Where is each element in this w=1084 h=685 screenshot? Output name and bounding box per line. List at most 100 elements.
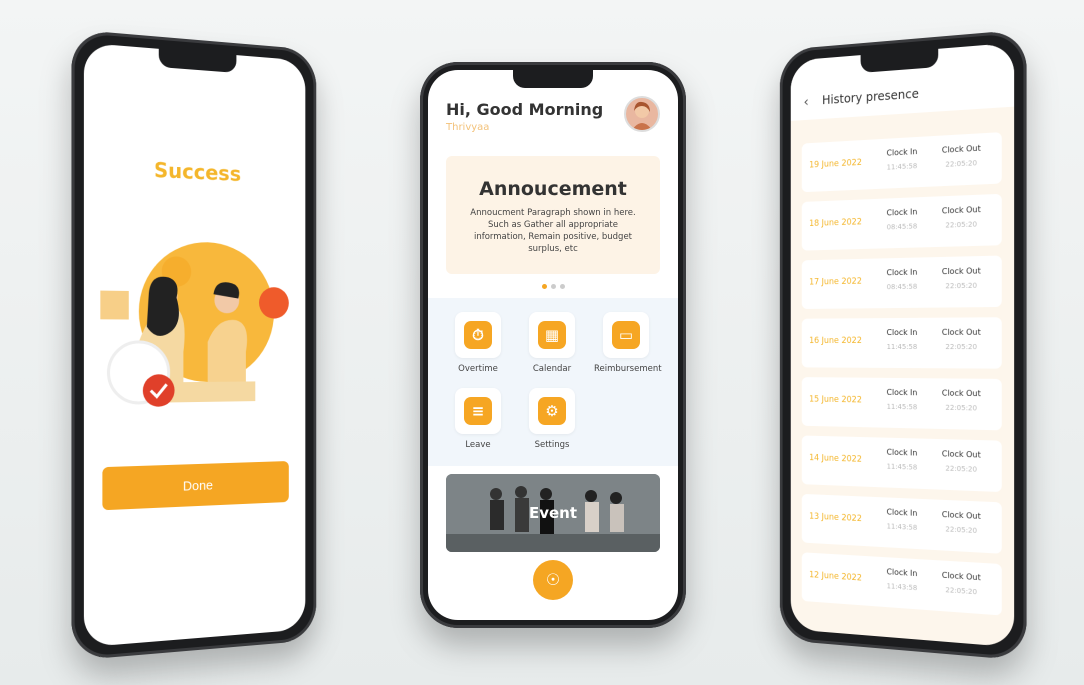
- menu-label: Reimbursement: [594, 364, 662, 374]
- menu-item-reimbursement[interactable]: ▭ Reimbursement: [594, 312, 662, 374]
- history-date: 15 June 2022: [809, 394, 862, 406]
- history-date: 16 June 2022: [809, 336, 862, 346]
- history-date: 17 June 2022: [809, 276, 862, 288]
- history-date: 19 June 2022: [809, 157, 862, 171]
- clock-out-column: Clock Out 22:05:20: [931, 388, 991, 413]
- gear-icon: ⚙: [538, 397, 566, 425]
- clock-out-column: Clock Out 22:05:20: [931, 570, 991, 597]
- done-button[interactable]: Done: [102, 461, 289, 511]
- history-screen: ‹ History presence 19 June 2022 Clock In 1…: [790, 42, 1015, 648]
- clock-in-time: 11:45:58: [886, 462, 918, 472]
- clock-in-time: 11:45:58: [886, 402, 918, 412]
- history-date: 14 June 2022: [809, 453, 862, 465]
- menu-label: Overtime: [458, 364, 498, 374]
- phone-success: Success Done: [71, 29, 317, 661]
- success-title: Success: [153, 157, 242, 186]
- menu-label: Leave: [465, 440, 491, 450]
- history-header: ‹ History presence: [790, 42, 1015, 121]
- clock-out-column: Clock Out 22:05:20: [931, 449, 991, 474]
- clock-in-label: Clock In: [886, 207, 918, 218]
- clock-in-column: Clock In 11:45:58: [873, 388, 931, 412]
- carousel-dot[interactable]: [550, 284, 556, 289]
- menu-item-settings[interactable]: ⚙ Settings: [520, 388, 584, 450]
- clock-hand-button[interactable]: ☉: [533, 560, 573, 600]
- menu-item-overtime[interactable]: ⏱ Overtime: [446, 312, 510, 374]
- history-title: History presence: [822, 86, 919, 108]
- clock-in-column: Clock In 11:45:58: [873, 328, 931, 351]
- clock-out-time: 22:05:20: [945, 464, 978, 474]
- clock-in-label: Clock In: [886, 567, 918, 579]
- history-row[interactable]: 15 June 2022 Clock In 11:45:58 Clock Out 22:…: [801, 377, 1002, 431]
- user-name: Thrivyaa: [446, 122, 490, 133]
- clock-in-label: Clock In: [886, 267, 918, 278]
- clock-out-label: Clock Out: [941, 570, 981, 583]
- calendar-icon: ▦: [538, 321, 566, 349]
- clock-in-time: 11:45:58: [886, 162, 918, 172]
- avatar[interactable]: [624, 96, 660, 132]
- clock-in-label: Clock In: [886, 327, 918, 338]
- clock-out-column: Clock Out 22:05:20: [931, 328, 991, 352]
- success-screen: Success Done: [83, 42, 306, 648]
- clock-out-label: Clock Out: [941, 388, 981, 399]
- clock-out-time: 22:05:20: [945, 159, 978, 169]
- hand-clock-icon: ☉: [545, 572, 561, 589]
- clock-in-label: Clock In: [886, 447, 918, 458]
- phone-notch: [158, 48, 237, 73]
- clock-in-time: 08:45:58: [886, 282, 918, 292]
- clock-out-column: Clock Out 22:05:20: [931, 509, 991, 535]
- carousel-dot[interactable]: [541, 284, 547, 289]
- clock-in-column: Clock In 11:43:58: [873, 507, 931, 533]
- menu-label: Calendar: [532, 364, 572, 374]
- clock-out-label: Clock Out: [941, 509, 981, 521]
- event-banner[interactable]: Event: [446, 474, 660, 552]
- clock-out-label: Clock Out: [941, 266, 981, 277]
- clock-out-time: 22:05:20: [945, 342, 978, 352]
- clock-in-label: Clock In: [886, 387, 918, 398]
- history-date: 18 June 2022: [809, 217, 862, 229]
- menu-grid: ⏱ Overtime ▦ Calendar ▭ Reimbursement ≡ …: [428, 298, 678, 466]
- history-row[interactable]: 18 June 2022 Clock In 08:45:58 Clock Out 22:…: [801, 193, 1002, 251]
- history-row[interactable]: 12 June 2022 Clock In 11:43:58 Clock Out 22:…: [801, 552, 1002, 616]
- clock-in-column: Clock In 08:45:58: [873, 267, 931, 292]
- carousel-dots: [428, 284, 678, 289]
- clock-out-time: 22:05:20: [945, 586, 978, 597]
- history-row[interactable]: 16 June 2022 Clock In 11:45:58 Clock Out 22:…: [801, 317, 1002, 369]
- phone-notch: [513, 70, 593, 88]
- clock-out-time: 22:05:20: [945, 525, 978, 536]
- menu-item-calendar[interactable]: ▦ Calendar: [520, 312, 584, 374]
- clock-out-time: 22:05:20: [945, 281, 978, 291]
- history-row[interactable]: 17 June 2022 Clock In 08:45:58 Clock Out 22:…: [801, 255, 1002, 309]
- announcement-title: Annoucement: [479, 178, 627, 200]
- carousel-dot[interactable]: [559, 284, 565, 289]
- clock-out-label: Clock Out: [941, 327, 981, 337]
- clock-in-column: Clock In 11:43:58: [873, 566, 931, 593]
- clock-out-column: Clock Out 22:05:20: [931, 204, 991, 230]
- document-icon: ≡: [464, 397, 492, 425]
- menu-item-leave[interactable]: ≡ Leave: [446, 388, 510, 450]
- clock-in-label: Clock In: [886, 507, 918, 518]
- history-date: 12 June 2022: [809, 570, 862, 584]
- history-row[interactable]: 14 June 2022 Clock In 11:45:58 Clock Out 22:…: [801, 435, 1002, 493]
- clock-out-time: 22:05:20: [945, 403, 978, 413]
- clock-out-column: Clock Out 22:05:20: [931, 143, 991, 169]
- clock-out-label: Clock Out: [941, 143, 981, 155]
- clock-in-column: Clock In 11:45:58: [873, 146, 931, 172]
- clock-in-column: Clock In 08:45:58: [873, 207, 931, 232]
- clock-out-time: 22:05:20: [945, 220, 978, 230]
- history-list: 19 June 2022 Clock In 11:45:58 Clock Out 22:…: [801, 132, 1002, 626]
- clock-in-time: 11:43:58: [886, 522, 918, 532]
- history-row[interactable]: 19 June 2022 Clock In 11:45:58 Clock Out 22:…: [801, 132, 1002, 193]
- phone-history: ‹ History presence 19 June 2022 Clock In 1…: [779, 29, 1027, 661]
- clock-plus-icon: ⏱: [464, 321, 492, 349]
- announcement-card[interactable]: Annoucement Annoucment Paragraph shown i…: [446, 156, 660, 274]
- clock-in-column: Clock In 11:45:58: [873, 447, 931, 472]
- clock-out-label: Clock Out: [941, 449, 981, 460]
- success-illustration: [100, 240, 289, 435]
- clock-out-label: Clock Out: [941, 204, 981, 216]
- clock-in-time: 11:43:58: [886, 582, 918, 593]
- back-chevron-icon[interactable]: ‹: [804, 94, 809, 110]
- clock-out-column: Clock Out 22:05:20: [931, 266, 991, 290]
- greeting: Hi, Good Morning: [446, 100, 604, 119]
- history-date: 13 June 2022: [809, 511, 862, 525]
- history-row[interactable]: 13 June 2022 Clock In 11:43:58 Clock Out 22:…: [801, 493, 1002, 554]
